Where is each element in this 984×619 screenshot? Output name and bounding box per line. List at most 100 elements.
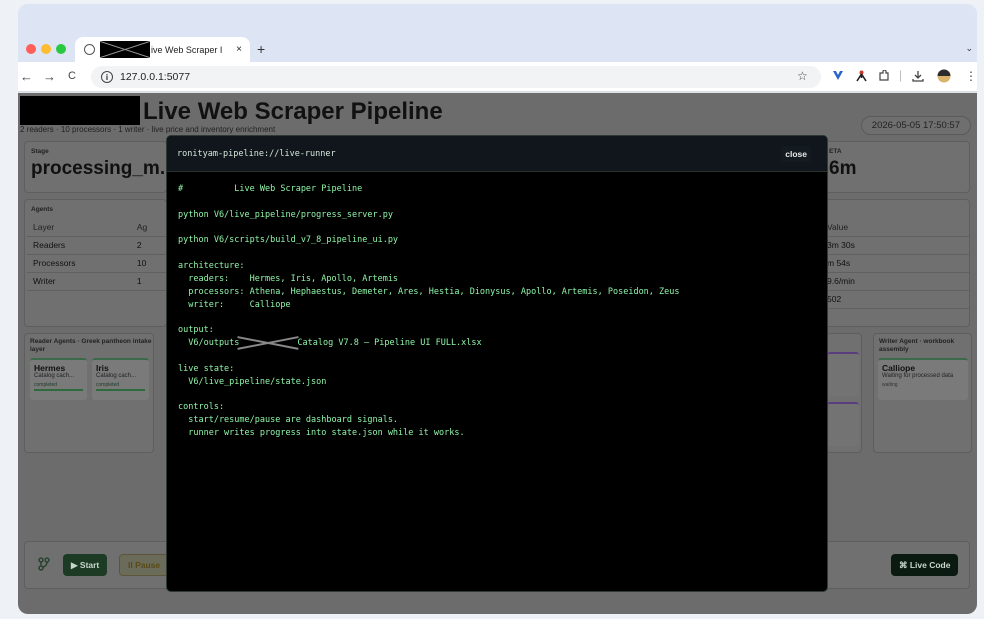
table-cell: 1 <box>130 272 166 291</box>
table-row: Processors 10 <box>27 254 166 273</box>
terminal-line: writer: Calliope <box>178 299 291 310</box>
reader-agents-panel: Reader Agents · Greek pantheon intake la… <box>24 333 154 453</box>
agent-card-calliope[interactable]: Calliope Waiting for processed data wait… <box>878 358 968 400</box>
table-cell: m 54s <box>821 254 969 273</box>
redacted-logo <box>20 96 140 125</box>
eta-card: ETA 6m <box>820 141 970 193</box>
terminal-line: live state: <box>178 363 235 374</box>
table-row: 3m 30s <box>821 236 969 255</box>
table-row: 9.6/min <box>821 272 969 291</box>
agent-status: waiting <box>882 382 898 388</box>
table-cell: 3m 30s <box>821 236 969 255</box>
stage-label: Stage <box>31 148 49 155</box>
terminal-line: python V6/live_pipeline/progress_server.… <box>178 209 393 220</box>
progress-bar <box>96 389 145 391</box>
agent-name: Iris <box>96 363 109 373</box>
tab-strip: ive Web Scraper I × + ⌄ <box>18 4 977 62</box>
pipeline-icon[interactable] <box>38 557 50 576</box>
table-cell: 502 <box>821 290 969 309</box>
terminal-line: processors: Athena, Hephaestus, Demeter,… <box>178 286 680 297</box>
close-window-button[interactable] <box>26 44 36 54</box>
tab-title: ive Web Scraper I <box>151 44 223 55</box>
stats-card: Value 3m 30s m 54s 9.6/min 502 <box>820 199 970 327</box>
globe-icon <box>84 44 95 55</box>
address-bar[interactable]: i 127.0.0.1:5077 <box>91 66 821 88</box>
output-path-prefix: V6/outputs <box>178 338 240 349</box>
minimize-window-button[interactable] <box>41 44 51 54</box>
output-path-suffix: Catalog V7.8 — Pipeline UI FULL.xlsx <box>297 338 482 349</box>
table-cell: Processors <box>27 254 131 273</box>
processor-agents-panel <box>826 333 862 453</box>
eta-label: ETA <box>829 148 842 155</box>
download-icon[interactable] <box>912 70 924 85</box>
forward-icon[interactable]: → <box>43 69 56 84</box>
writer-agent-panel: Writer Agent · workbook assembly Calliop… <box>873 333 972 453</box>
live-runner-modal: ronityam-pipeline://live-runner close # … <box>166 135 828 592</box>
terminal-line: start/resume/pause are dashboard signals… <box>178 415 399 426</box>
agent-card-iris[interactable]: Iris Catalog cach... completed <box>92 358 149 400</box>
extensions-puzzle-icon[interactable] <box>878 69 890 85</box>
app-page: Live Web Scraper Pipeline 2 readers · 10… <box>18 93 977 614</box>
browser-tab[interactable]: ive Web Scraper I × <box>75 37 250 62</box>
agent-subtext: Catalog cach... <box>96 373 137 379</box>
agent-subtext: Waiting for processed data <box>882 373 954 379</box>
agent-card-hermes[interactable]: Hermes Catalog cach... completed <box>30 358 87 400</box>
browser-toolbar: ← → C i 127.0.0.1:5077 ☆ | ⋮ <box>18 62 977 92</box>
bookmark-star-icon[interactable]: ☆ <box>797 69 808 83</box>
table-row: m 54s <box>821 254 969 273</box>
redaction-box <box>100 41 150 58</box>
progress-bar <box>34 389 83 391</box>
column-header: Value <box>821 218 969 237</box>
table-header-row: Value <box>821 218 969 237</box>
tab-search-button[interactable]: ⌄ <box>965 43 973 54</box>
stage-value: processing_m... <box>31 158 176 179</box>
new-tab-button[interactable]: + <box>257 41 265 57</box>
stage-card: Stage processing_m... <box>24 141 176 193</box>
terminal-line: python V6/scripts/build_v7_8_pipeline_ui… <box>178 235 399 246</box>
terminal-line: readers: Hermes, Iris, Apollo, Artemis <box>178 273 399 284</box>
agent-status: completed <box>96 382 120 388</box>
extension-v-icon[interactable] <box>832 70 844 84</box>
browser-menu-icon[interactable]: ⋮ <box>965 69 977 83</box>
pause-button[interactable]: II Pause <box>119 554 170 576</box>
table-row: Readers 2 <box>27 236 166 255</box>
profile-avatar-icon[interactable] <box>937 69 951 86</box>
table-row: 502 <box>821 290 969 309</box>
table-cell: 10 <box>130 254 166 273</box>
agent-name: Calliope <box>882 363 916 373</box>
agent-card[interactable] <box>827 352 859 396</box>
table-cell: Writer <box>27 272 131 291</box>
table-cell: Readers <box>27 236 131 255</box>
terminal-line: controls: <box>178 402 225 413</box>
back-icon[interactable]: ← <box>20 69 33 84</box>
agent-card[interactable] <box>827 402 859 446</box>
site-info-icon[interactable]: i <box>101 71 113 83</box>
terminal-line: V6/live_pipeline/state.json <box>178 376 327 387</box>
table-cell: 2 <box>130 236 166 255</box>
reload-icon[interactable]: C <box>68 70 76 82</box>
terminal-output: # Live Web Scraper Pipeline python V6/li… <box>167 172 827 440</box>
column-header: Ag <box>130 218 166 237</box>
live-code-button[interactable]: ⌘ Live Code <box>891 554 959 576</box>
start-button[interactable]: ▶ Start <box>63 554 108 576</box>
browser-window: ive Web Scraper I × + ⌄ ← → C i 127.0.0.… <box>18 4 977 614</box>
agents-card: Agents Layer Ag Readers 2 Processors 10 … <box>24 199 167 327</box>
modal-header: ronityam-pipeline://live-runner close <box>167 136 827 172</box>
close-button[interactable]: close <box>781 145 811 162</box>
table-cell: 9.6/min <box>821 272 969 291</box>
page-subtitle: 2 readers · 10 processors · 1 writer · l… <box>20 125 276 134</box>
tab-close-icon[interactable]: × <box>236 44 242 55</box>
table-row: Writer 1 <box>27 272 166 291</box>
extension-figure-icon[interactable] <box>856 70 867 85</box>
maximize-window-button[interactable] <box>56 44 66 54</box>
writer-panel-title: Writer Agent · workbook assembly <box>879 338 955 353</box>
clock-badge: 2026-05-05 17:50:57 <box>860 116 971 135</box>
terminal-line: runner writes progress into state.json w… <box>178 428 465 439</box>
agent-status: completed <box>34 382 58 388</box>
